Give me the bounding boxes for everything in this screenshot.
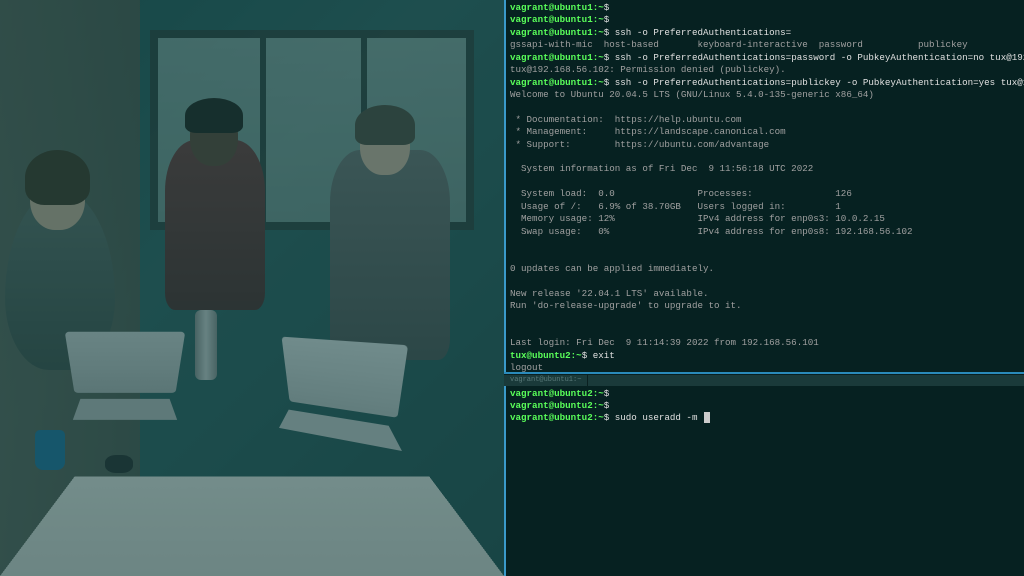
prompt: tux@ubuntu2:~ xyxy=(510,350,582,361)
background-photo xyxy=(0,0,504,576)
output-line: New release '22.04.1 LTS' available. xyxy=(510,288,708,299)
output-line: Swap usage: 0% IPv4 address for enp0s8: … xyxy=(510,226,912,237)
output-line: Last login: Fri Dec 9 11:14:39 2022 from… xyxy=(510,337,819,348)
output-line: * Support: https://ubuntu.com/advantage xyxy=(510,139,769,150)
output-line: * Management: https://landscape.canonica… xyxy=(510,126,786,137)
prompt: vagrant@ubuntu1:~ xyxy=(510,2,604,13)
prompt: vagrant@ubuntu2:~ xyxy=(510,412,604,423)
cmd-text: $ ssh -o PreferredAuthentications= xyxy=(604,27,791,38)
cmd-text: $ exit xyxy=(582,350,615,361)
output-line: * Documentation: https://help.ubuntu.com xyxy=(510,114,742,125)
output-line: logout xyxy=(510,362,543,371)
prompt: vagrant@ubuntu1:~ xyxy=(510,27,604,38)
output-line: 0 updates can be applied immediately. xyxy=(510,263,714,274)
cmd-text: $ ssh -o PreferredAuthentications=passwo… xyxy=(604,52,1024,63)
terminal-stack: vagrant@ubuntu1:~$ vagrant@ubuntu1:~$ va… xyxy=(504,0,1024,576)
terminal-pane-top[interactable]: vagrant@ubuntu1:~$ vagrant@ubuntu1:~$ va… xyxy=(504,0,1024,372)
output-line: Welcome to Ubuntu 20.04.5 LTS (GNU/Linux… xyxy=(510,89,874,100)
output-line: System information as of Fri Dec 9 11:56… xyxy=(510,163,813,174)
cursor-icon xyxy=(704,412,710,423)
terminal-tab[interactable]: vagrant@ubuntu1:~ xyxy=(504,375,588,386)
terminal-pane-bottom[interactable]: vagrant@ubuntu2:~$ vagrant@ubuntu2:~$ va… xyxy=(504,386,1024,576)
prompt: vagrant@ubuntu2:~ xyxy=(510,400,604,411)
cmd-text: $ xyxy=(604,14,610,25)
root: vagrant@ubuntu1:~$ vagrant@ubuntu1:~$ va… xyxy=(0,0,1024,576)
output-line: System load: 0.0 Processes: 126 xyxy=(510,188,852,199)
cmd-text: $ sudo useradd -m xyxy=(604,412,703,423)
completion-list: gssapi-with-mic host-based keyboard-inte… xyxy=(510,39,968,50)
cmd-text: $ xyxy=(604,388,610,399)
cmd-text: $ xyxy=(604,400,610,411)
prompt: vagrant@ubuntu2:~ xyxy=(510,388,604,399)
output-line: Run 'do-release-upgrade' to upgrade to i… xyxy=(510,300,742,311)
prompt: vagrant@ubuntu1:~ xyxy=(510,52,604,63)
prompt: vagrant@ubuntu1:~ xyxy=(510,77,604,88)
output-line: Usage of /: 6.9% of 38.70GB Users logged… xyxy=(510,201,841,212)
cmd-text: $ xyxy=(604,2,610,13)
tab-bar: vagrant@ubuntu1:~ xyxy=(504,374,1024,386)
output-line: tux@192.168.56.102: Permission denied (p… xyxy=(510,64,786,75)
cmd-text: $ ssh -o PreferredAuthentications=public… xyxy=(604,77,1024,88)
output-line: Memory usage: 12% IPv4 address for enp0s… xyxy=(510,213,885,224)
prompt: vagrant@ubuntu1:~ xyxy=(510,14,604,25)
